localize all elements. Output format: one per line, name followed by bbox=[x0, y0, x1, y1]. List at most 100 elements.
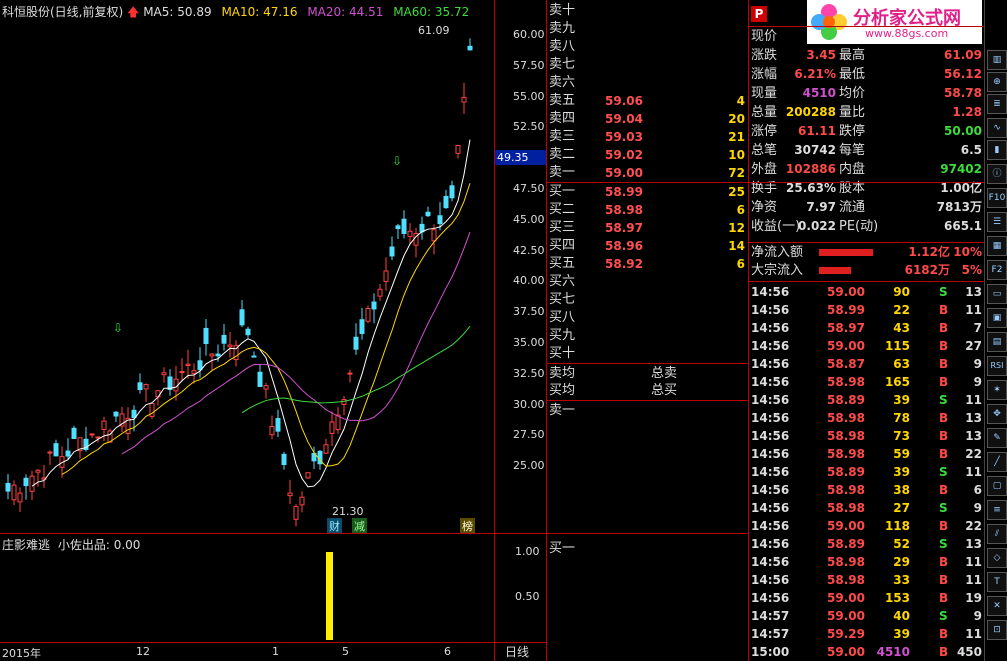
toolbar-fib-icon[interactable]: ≡ bbox=[987, 500, 1007, 520]
tick-row: 14:56 58.97 43 B 7 bbox=[749, 319, 984, 337]
toolbar-rsi-button[interactable]: RSI bbox=[987, 356, 1007, 376]
buy-level-price: 58.96 bbox=[605, 239, 643, 253]
sell-row[interactable]: 卖六 bbox=[547, 74, 749, 92]
toolbar-list-icon[interactable]: ☰ bbox=[987, 212, 1007, 232]
kline-chart[interactable]: ⇩⇩ bbox=[0, 0, 494, 661]
tick-price: 59.00 bbox=[827, 645, 865, 659]
marker-bang[interactable]: 榜 bbox=[460, 518, 475, 534]
block-inflow-row: 大宗流入 6182万 5% bbox=[749, 261, 984, 280]
tick-count: 9 bbox=[973, 375, 982, 389]
tick-volume: 118 bbox=[884, 519, 910, 533]
quote-value: 102886 bbox=[785, 162, 836, 176]
quote-label-2: PE(动) bbox=[839, 219, 879, 234]
tick-price: 59.00 bbox=[827, 339, 865, 353]
toolbar-chart-icon[interactable]: ≣ bbox=[987, 94, 1007, 114]
buy-avg-row: 买均 总买 bbox=[547, 382, 749, 400]
quote-panel: P 分析家公式网 www.88gs.com 现价 涨跌 3.45 最高 61.09 涨幅 6… bbox=[748, 0, 984, 661]
quote-value-2: 56.12 bbox=[944, 67, 982, 81]
buy-row[interactable]: 买三 58.97 12 bbox=[547, 219, 749, 237]
tick-row: 14:56 58.98 38 B 6 bbox=[749, 481, 984, 499]
price-tick: 32.50 bbox=[513, 366, 545, 380]
toolbar-channel-icon[interactable]: ⫽ bbox=[987, 524, 1007, 544]
buy-row[interactable]: 买五 58.92 6 bbox=[547, 255, 749, 273]
buy-row[interactable]: 买九 bbox=[547, 327, 749, 345]
buy-row[interactable]: 买十 bbox=[547, 345, 749, 363]
toolbar-info-icon[interactable]: ⓘ bbox=[987, 164, 1007, 184]
toolbar-box-icon[interactable]: ▢ bbox=[987, 476, 1007, 496]
date-label-6: 6 bbox=[444, 645, 451, 658]
low-price-label: 21.30 bbox=[332, 505, 364, 518]
sell-row[interactable]: 卖九 bbox=[547, 20, 749, 38]
ma20-label: MA20: 44.51 bbox=[307, 5, 384, 19]
tick-price: 59.00 bbox=[827, 609, 865, 623]
sell-row[interactable]: 卖二 59.02 10 bbox=[547, 146, 749, 164]
toolbar-zoom-icon[interactable]: ⊕ bbox=[987, 72, 1007, 92]
sell-row[interactable]: 卖七 bbox=[547, 56, 749, 74]
sell-row[interactable]: 卖十 bbox=[547, 2, 749, 20]
sell-level-price: 59.02 bbox=[605, 148, 643, 162]
toolbar-window-icon[interactable]: ▭ bbox=[987, 284, 1007, 304]
extra-buy1-row: 买一 bbox=[547, 540, 749, 558]
quote-row: 总量 200288 量比 1.28 bbox=[749, 103, 984, 122]
candle-body bbox=[275, 418, 281, 432]
tick-row: 14:56 59.00 153 B 19 bbox=[749, 589, 984, 607]
indicator-signal-bar bbox=[326, 552, 333, 640]
candle-body bbox=[209, 353, 215, 357]
tick-side: S bbox=[939, 285, 948, 299]
toolbar-calc-icon[interactable]: ▤ bbox=[987, 332, 1007, 352]
buy-row[interactable]: 买六 bbox=[547, 273, 749, 291]
tick-volume: 22 bbox=[893, 303, 910, 317]
tick-volume: 33 bbox=[893, 573, 910, 587]
tick-time: 14:56 bbox=[751, 465, 790, 479]
buy-row[interactable]: 买一 58.99 25 bbox=[547, 183, 749, 201]
toolbar-mark-icon[interactable]: ◇ bbox=[987, 548, 1007, 568]
sell-row[interactable]: 卖一 59.00 72 bbox=[547, 164, 749, 182]
marker-jian[interactable]: 减 bbox=[352, 518, 367, 534]
quote-label-2: 跌停 bbox=[839, 124, 866, 139]
toolbar-kline-icon[interactable]: ▥ bbox=[987, 50, 1007, 70]
quote-label: 总笔 bbox=[751, 143, 778, 158]
buy-row[interactable]: 买八 bbox=[547, 309, 749, 327]
toolbar-bars-icon[interactable]: ▮ bbox=[987, 140, 1007, 160]
tick-count: 11 bbox=[965, 555, 982, 569]
net-inflow-row: 净流入额 1.12亿 10% bbox=[749, 243, 984, 262]
sell-row[interactable]: 卖四 59.04 20 bbox=[547, 110, 749, 128]
toolbar-trend-icon[interactable]: ∿ bbox=[987, 118, 1007, 138]
tick-price: 59.00 bbox=[827, 519, 865, 533]
buy-row[interactable]: 买四 58.96 14 bbox=[547, 237, 749, 255]
toolbar-star-icon[interactable]: ✶ bbox=[987, 380, 1007, 400]
marker-cai[interactable]: 财 bbox=[327, 518, 342, 534]
candle-body bbox=[17, 492, 23, 503]
tick-side: B bbox=[939, 591, 949, 605]
toolbar-text-icon[interactable]: T bbox=[987, 572, 1007, 592]
ma5-label: MA5: 50.89 bbox=[143, 5, 212, 19]
toolbar-edit-icon[interactable]: ✎ bbox=[987, 428, 1007, 448]
quote-label-2: 量比 bbox=[839, 105, 866, 120]
toolbar-f10-button[interactable]: F10 bbox=[987, 188, 1007, 208]
buy-row[interactable]: 买七 bbox=[547, 291, 749, 309]
sell-level-label: 卖一 bbox=[549, 165, 576, 180]
toolbar-line-icon[interactable]: ╱ bbox=[987, 452, 1007, 472]
toolbar-f2-button[interactable]: F2 bbox=[987, 260, 1007, 280]
tick-row: 14:56 58.98 59 B 22 bbox=[749, 445, 984, 463]
candle-body bbox=[5, 482, 11, 492]
extra-sell1-row: 卖一 bbox=[547, 402, 749, 420]
toolbar-select-icon[interactable]: ▣ bbox=[987, 308, 1007, 328]
toolbar-delete-icon[interactable]: ✕ bbox=[987, 596, 1007, 616]
date-label-2015: 2015年 bbox=[2, 647, 41, 660]
tick-volume: 165 bbox=[884, 375, 910, 389]
toolbar-move-icon[interactable]: ✥ bbox=[987, 404, 1007, 424]
buy-row[interactable]: 买二 58.98 6 bbox=[547, 201, 749, 219]
buy-avg-label: 买均 bbox=[549, 383, 576, 398]
candle-body bbox=[251, 355, 257, 358]
indicator-header: 庄影难逃 小佐出品: 0.00 bbox=[2, 536, 140, 553]
sell-row[interactable]: 卖八 bbox=[547, 38, 749, 56]
quote-value-2: 58.78 bbox=[944, 86, 982, 100]
period-selector[interactable]: 日线 bbox=[505, 643, 529, 660]
block-inflow-value: 6182万 bbox=[904, 263, 950, 277]
kline-chart-area[interactable]: ⇩ ⇩ 科恒股份(日线,前复权) 🡅 MA5: 50.89 MA10: 47.16… bbox=[0, 0, 494, 661]
toolbar-grid-icon[interactable]: ▦ bbox=[987, 236, 1007, 256]
toolbar-lock-icon[interactable]: ⊡ bbox=[987, 620, 1007, 640]
sell-row[interactable]: 卖三 59.03 21 bbox=[547, 128, 749, 146]
sell-row[interactable]: 卖五 59.06 4 bbox=[547, 92, 749, 110]
